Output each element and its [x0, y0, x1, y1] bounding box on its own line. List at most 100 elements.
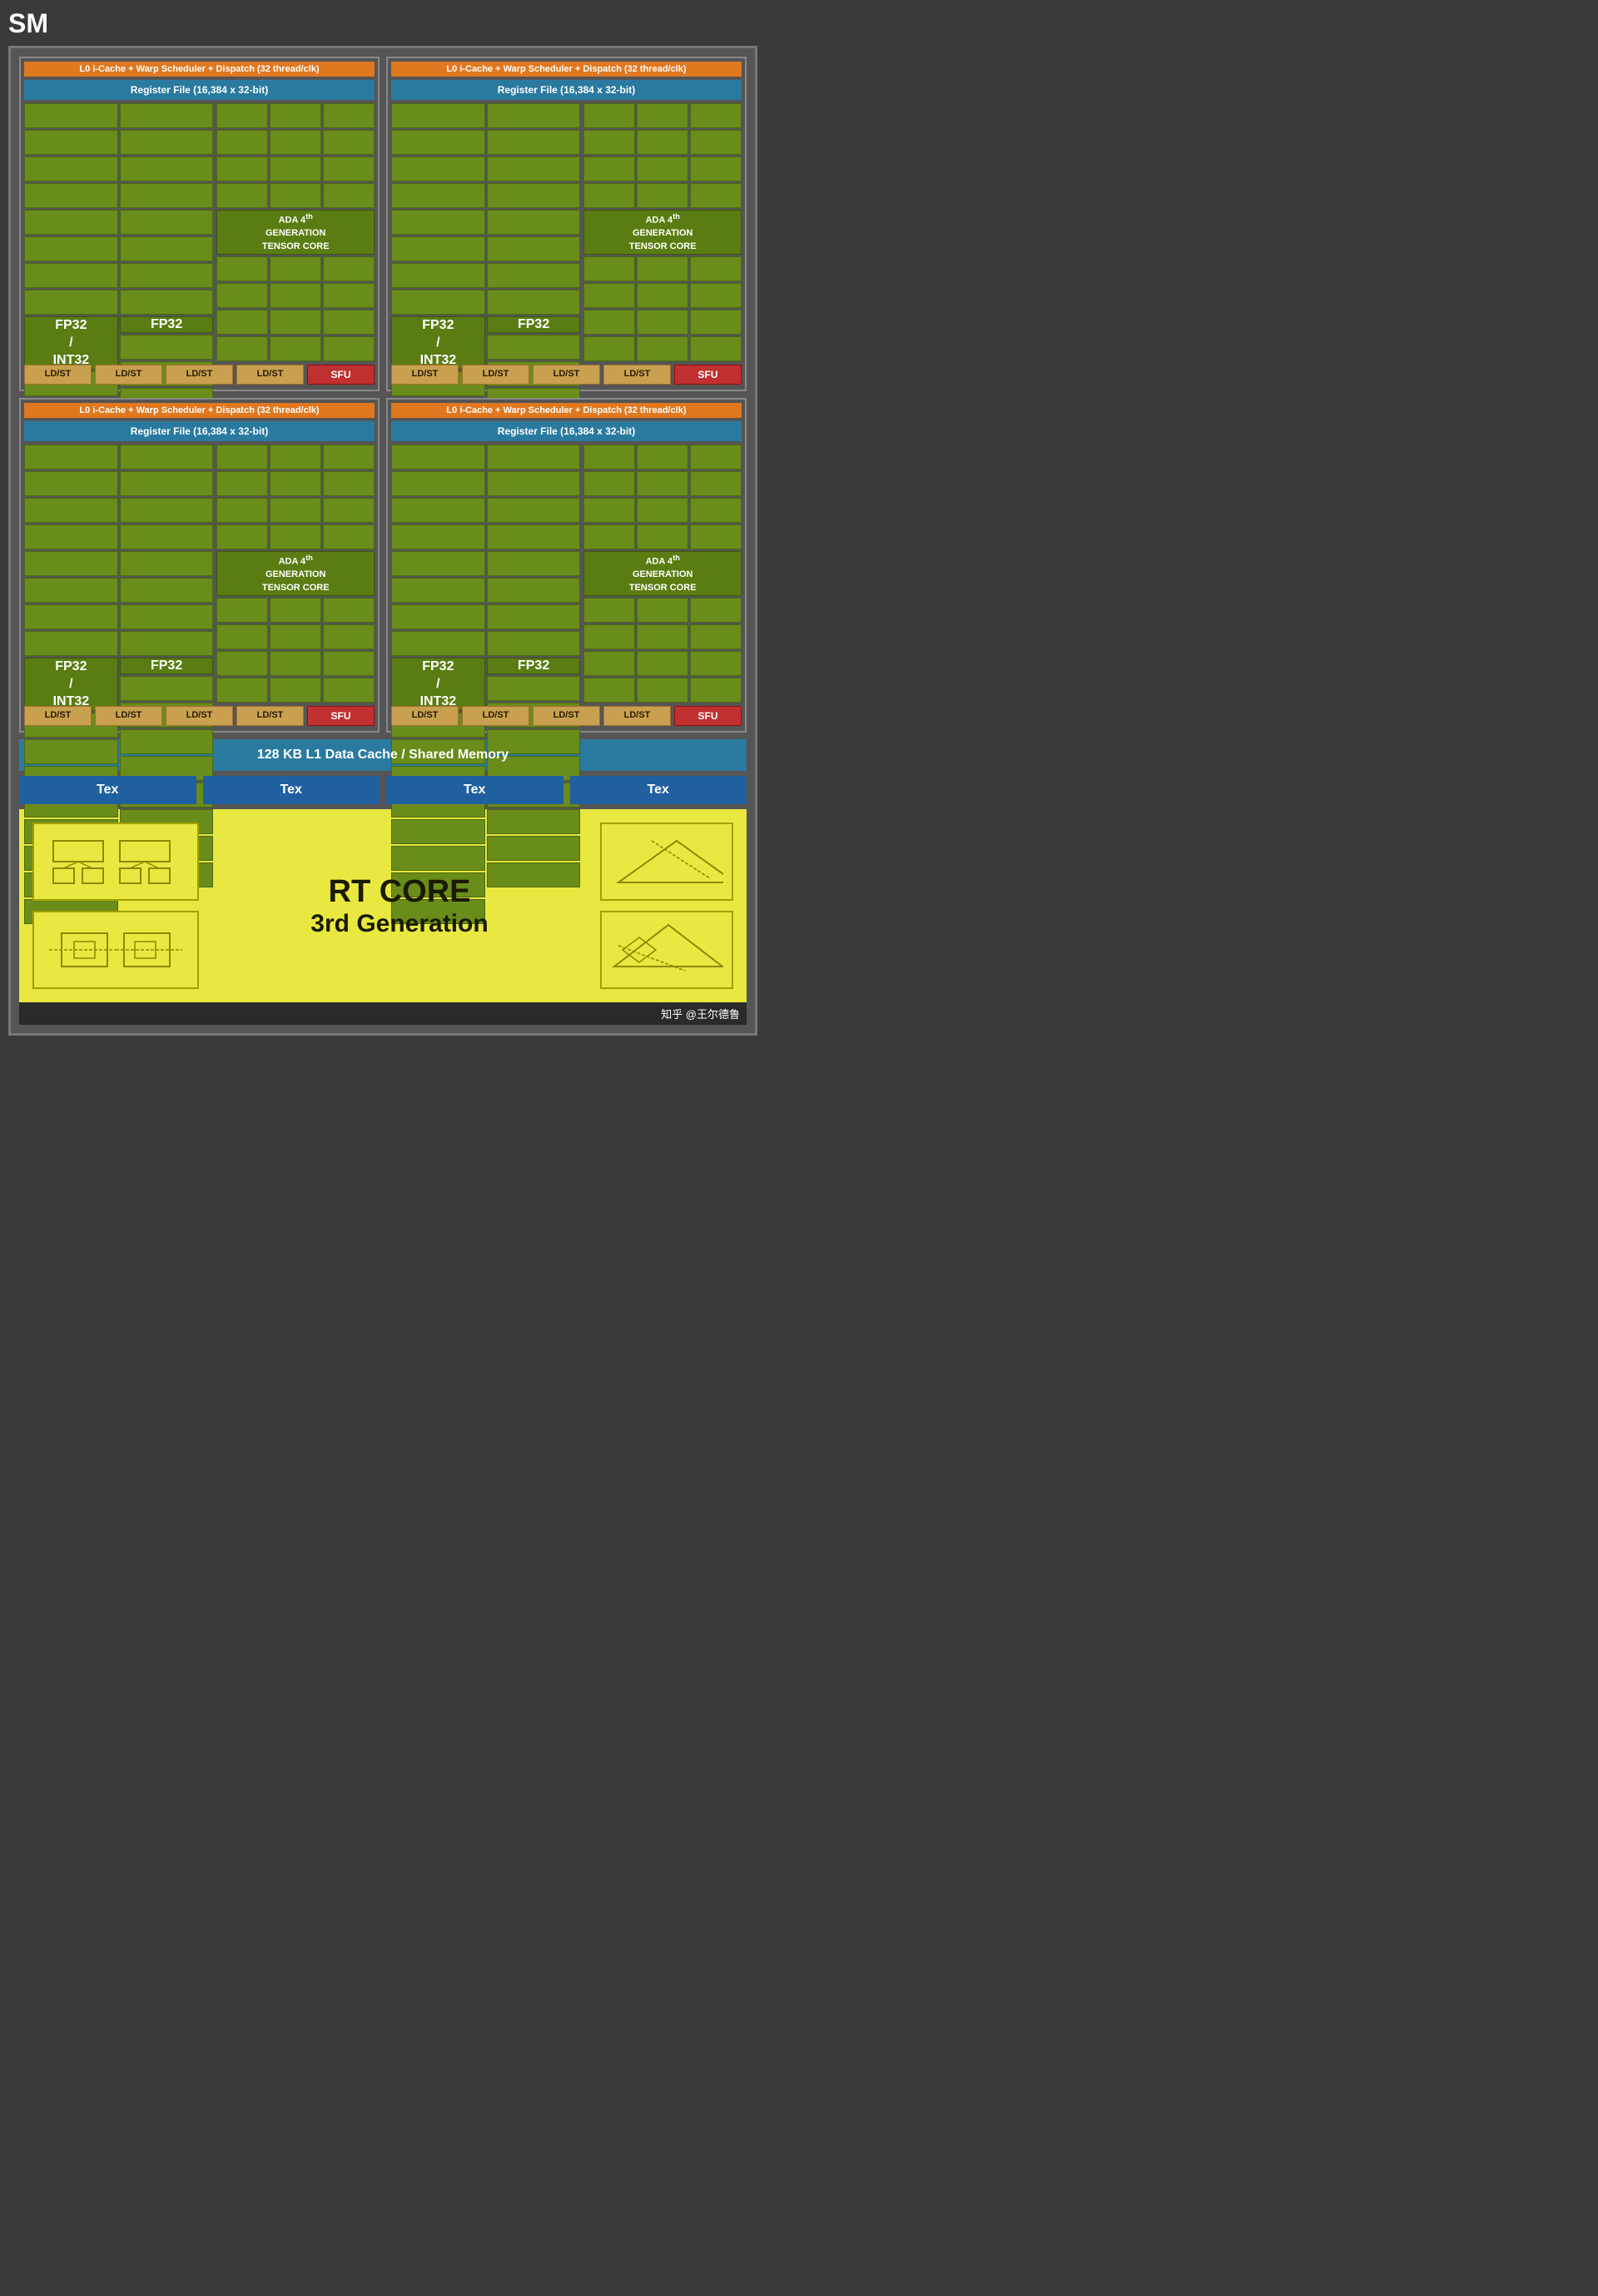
cu-cell — [690, 624, 742, 649]
cu-cell — [391, 290, 485, 315]
cu-cell — [270, 130, 321, 155]
cu-cell — [391, 445, 485, 470]
cu-cell — [270, 678, 321, 703]
cu-cell — [24, 498, 118, 523]
cu-cell — [216, 651, 268, 676]
fp32-int32-area-q2: FP32/INT32 — [391, 103, 580, 361]
compute-area-q4: FP32/INT32 — [391, 445, 742, 703]
cu-cell — [690, 103, 742, 128]
cu-cell — [583, 157, 635, 181]
compute-area-q2: FP32/INT32 — [391, 103, 742, 361]
cu-cell — [323, 624, 375, 649]
rt-gen-label: 3rd Generation — [199, 910, 600, 938]
cu-cell — [487, 836, 581, 861]
cu-cell — [637, 130, 688, 155]
cu-cell — [690, 651, 742, 676]
cu-cell — [24, 578, 118, 603]
cu-cell — [487, 157, 581, 181]
cu-cell — [487, 578, 581, 603]
cu-cell — [270, 183, 321, 208]
cu-cell — [120, 183, 214, 208]
fp32-label-q3: FP32 — [151, 658, 182, 673]
cu-cell — [583, 598, 635, 623]
cu-cell — [391, 551, 485, 576]
cu-cell — [120, 631, 214, 656]
ldst-3-q3: LD/ST — [166, 706, 233, 726]
cu-cell — [487, 263, 581, 288]
cu-cell — [24, 524, 118, 549]
cu-cell — [24, 103, 118, 128]
cu-cell — [323, 651, 375, 676]
cu-cell — [583, 183, 635, 208]
cu-cell — [637, 445, 688, 470]
cu-cell — [583, 445, 635, 470]
cu-cell — [583, 624, 635, 649]
cu-cell — [216, 498, 268, 523]
cu-cell — [391, 819, 485, 844]
cu-cell — [487, 498, 581, 523]
cu-cell — [216, 524, 268, 549]
cu-cell — [120, 524, 214, 549]
cu-cell — [270, 157, 321, 181]
cu-cell — [690, 310, 742, 335]
cu-cell — [487, 676, 581, 701]
rt-right-icons — [600, 822, 733, 989]
cu-cell — [690, 157, 742, 181]
sub-unit-q3: L0 i-Cache + Warp Scheduler + Dispatch (… — [19, 398, 380, 733]
cu-cell — [637, 183, 688, 208]
fp32-label-q1: FP32 — [151, 317, 182, 332]
cu-cell — [487, 290, 581, 315]
cu-cell — [637, 498, 688, 523]
cu-cell — [120, 236, 214, 261]
warp-bar-q1: L0 i-Cache + Warp Scheduler + Dispatch (… — [24, 62, 375, 77]
cu-cell — [637, 471, 688, 496]
cu-cell — [323, 678, 375, 703]
cu-cell — [270, 651, 321, 676]
cu-cell — [487, 103, 581, 128]
cu-cell — [24, 445, 118, 470]
cu-cell — [216, 336, 268, 361]
cu-cell — [120, 157, 214, 181]
sub-unit-q4: L0 i-Cache + Warp Scheduler + Dispatch (… — [386, 398, 747, 733]
cu-cell — [270, 283, 321, 308]
cu-cell — [24, 290, 118, 315]
cu-cell — [583, 524, 635, 549]
cu-cell — [120, 130, 214, 155]
triangle-bottom-icon — [610, 921, 723, 979]
rt-left-icons — [32, 822, 199, 989]
reg-bar-q4: Register File (16,384 x 32-bit) — [391, 421, 742, 441]
rt-core-label: RT CORE — [199, 874, 600, 910]
cu-cell — [690, 183, 742, 208]
fp32-int32-label-q4: FP32/INT32 — [420, 658, 457, 710]
cu-cell — [24, 183, 118, 208]
cu-cell — [487, 130, 581, 155]
cu-cell — [270, 445, 321, 470]
cu-cell — [487, 551, 581, 576]
cu-cell — [637, 678, 688, 703]
ldst-bar-q3: LD/ST LD/ST LD/ST LD/ST SFU — [24, 706, 375, 726]
cu-cell — [391, 631, 485, 656]
cu-cell — [24, 130, 118, 155]
cu-cell — [637, 336, 688, 361]
cu-cell — [216, 598, 268, 623]
cu-cell — [24, 604, 118, 629]
cu-cell — [391, 130, 485, 155]
ldst-bar-q1: LD/ST LD/ST LD/ST LD/ST SFU — [24, 365, 375, 385]
cu-cell — [583, 103, 635, 128]
cu-cell — [487, 210, 581, 235]
cu-cell — [216, 157, 268, 181]
cu-cell — [583, 678, 635, 703]
cu-cell — [24, 631, 118, 656]
rt-icon-triangle-bottom — [600, 911, 733, 989]
cu-cell — [323, 471, 375, 496]
cu-cell — [391, 498, 485, 523]
ldst-4-q3: LD/ST — [236, 706, 304, 726]
cu-cell — [270, 598, 321, 623]
cu-cell — [391, 604, 485, 629]
cu-cell — [391, 210, 485, 235]
tex-cell-4: Tex — [570, 776, 747, 804]
cu-cell — [216, 183, 268, 208]
cu-cell — [216, 445, 268, 470]
cu-cell — [583, 256, 635, 281]
fp32-int32-label-q1: FP32/INT32 — [53, 317, 90, 369]
